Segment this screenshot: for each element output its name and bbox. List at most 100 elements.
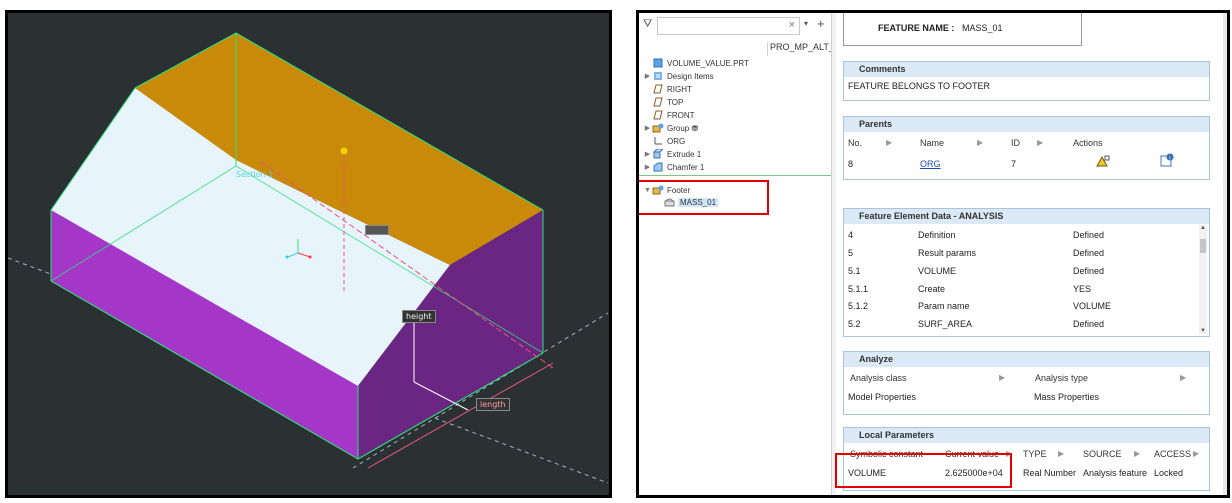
highlight-action-icon[interactable] [1096,155,1110,169]
scroll-thumb[interactable] [1200,239,1206,253]
clear-search-icon[interactable]: × [789,19,795,31]
tree-item-chamfer[interactable]: ▶ Chamfer 1 [643,161,704,173]
group-icon [652,123,664,133]
col-type[interactable]: TYPE [1023,449,1047,459]
width-dimension-tag[interactable] [365,225,389,235]
tree-item-label: Chamfer 1 [667,162,705,172]
col-no[interactable]: No. [848,138,862,148]
param-source: Analysis feature [1083,468,1148,478]
fe-row-id: 5.1.1 [848,284,869,294]
tree-item-design-items[interactable]: ▶ Design Items [643,70,714,82]
expand-icon[interactable]: ▶ [643,163,652,171]
fe-row-element: Result params [918,248,977,258]
fe-row-id: 5.2 [848,319,861,329]
param-type: Real Number [1023,468,1077,478]
application-window: ⛛ × ▾ + PRO_MP_ALT_I VOLUME_VALUE.PRT ▶ … [636,10,1230,498]
model-tree: ⛛ × ▾ + PRO_MP_ALT_I VOLUME_VALUE.PRT ▶ … [639,13,832,495]
parents-title: Parents [844,117,1209,132]
add-column-icon[interactable]: + [817,16,825,31]
fe-row-id: 4 [848,230,854,240]
fe-row-status: Defined [1073,266,1105,276]
tree-item-right[interactable]: RIGHT [643,83,692,95]
extrude-icon [652,149,664,159]
col-id[interactable]: ID [1011,138,1020,148]
length-dimension-tag[interactable]: length [476,398,510,411]
col-analysis-type[interactable]: Analysis type [1035,373,1088,383]
comments-group: Comments FEATURE BELONGS TO FOOTER [843,61,1210,101]
tree-item-label: RIGHT [667,84,692,94]
col-analysis-class[interactable]: Analysis class [850,373,907,383]
scroll-down-icon[interactable]: ▼ [1199,328,1207,334]
drag-handle-icon[interactable] [340,147,348,155]
expand-icon[interactable]: ▶ [643,72,652,80]
fe-row-status: VOLUME [1073,301,1112,311]
col-actions[interactable]: Actions [1073,138,1103,148]
sort-arrow-icon[interactable]: ▶ [886,138,892,147]
feature-name-value: MASS_01 [962,23,1003,33]
col-source[interactable]: SOURCE [1083,449,1122,459]
fe-row-element: VOLUME [918,266,957,276]
fe-row-status: Defined [1073,230,1105,240]
fe-row-status: Defined [1073,319,1105,329]
highlight-box-parameter [835,453,1012,488]
feature-element-title: Feature Element Data - ANALYSIS [844,209,1209,224]
analysis-class-value: Model Properties [848,392,917,402]
tree-column-header[interactable]: PRO_MP_ALT_I [767,42,831,56]
filter-icon[interactable]: ⛛ [643,18,652,31]
tree-item-part[interactable]: VOLUME_VALUE.PRT [643,57,749,69]
fe-row-element: Create [918,284,946,294]
tree-item-label: ORG [667,136,686,146]
feature-name-box: FEATURE NAME : MASS_01 [843,13,1082,46]
datum-plane-icon [652,97,664,107]
feature-info-panel: FEATURE NAME : MASS_01 Comments FEATURE … [835,13,1227,495]
datum-plane-icon [652,110,664,120]
design-items-icon [652,71,664,81]
comments-title: Comments [844,62,1209,77]
sort-arrow-icon[interactable]: ▶ [977,138,983,147]
sort-arrow-icon[interactable]: ▶ [1180,373,1186,382]
csys-icon [652,136,664,146]
tree-divider [639,175,831,176]
info-action-icon[interactable]: i [1160,153,1174,169]
sort-arrow-icon[interactable]: ▶ [1058,449,1064,458]
chevron-down-icon[interactable]: ▾ [804,19,808,28]
tree-item-org[interactable]: ORG [643,135,685,147]
tree-item-label: TOP [667,97,684,107]
expand-icon[interactable]: ▶ [643,150,652,158]
height-dimension-tag[interactable]: height [402,310,436,323]
tree-search-input[interactable]: × [657,17,800,35]
tree-item-extrude[interactable]: ▶ Extrude 1 [643,148,701,160]
datum-plane-icon [652,84,664,94]
fe-row-id: 5.1 [848,266,861,276]
feature-element-group: Feature Element Data - ANALYSIS 4 Defini… [843,208,1210,337]
parent-name-link[interactable]: ORG [920,159,941,169]
fe-row-element: Definition [918,230,956,240]
sort-arrow-icon[interactable]: ▶ [1037,138,1043,147]
tree-item-label: FRONT [667,110,695,120]
fe-row-element: Param name [918,301,970,311]
scroll-up-icon[interactable]: ▲ [1199,225,1207,231]
model-viewport[interactable]: Section 1 height length [5,10,612,498]
local-parameters-title: Local Parameters [844,428,1209,443]
col-name[interactable]: Name [920,138,944,148]
col-access[interactable]: ACCESS [1154,449,1191,459]
sort-arrow-icon[interactable]: ▶ [1193,449,1199,458]
sort-arrow-icon[interactable]: ▶ [999,373,1005,382]
fe-row-id: 5 [848,248,854,258]
param-access: Locked [1154,468,1184,478]
tree-item-top[interactable]: TOP [643,96,683,108]
section-label: Section 1 [236,170,274,179]
tree-item-label: Group ⛃ [667,123,699,133]
chamfer-icon [652,162,664,172]
highlight-box-tree [639,180,769,215]
tree-item-group[interactable]: ▶ Group ⛃ [643,122,698,134]
feature-name-label: FEATURE NAME : [878,23,955,33]
content-scrollbar[interactable] [1223,13,1227,495]
fe-row-element: SURF_AREA [918,319,973,329]
sort-arrow-icon[interactable]: ▶ [1134,449,1140,458]
tree-item-front[interactable]: FRONT [643,109,695,121]
tree-item-label: Extrude 1 [667,149,702,159]
expand-icon[interactable]: ▶ [643,124,652,132]
panel-splitter[interactable] [832,13,836,495]
feature-element-scrollbar[interactable]: ▲ ▼ [1199,225,1207,334]
